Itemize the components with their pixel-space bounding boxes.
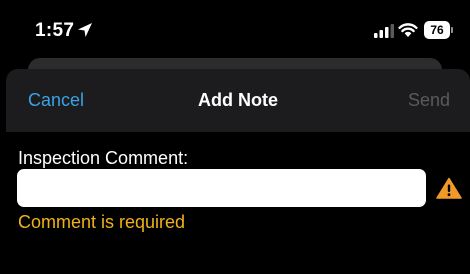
status-bar: 1:57 76 (0, 0, 470, 62)
signal-bars-icon (374, 24, 394, 38)
page-title: Add Note (198, 90, 278, 110)
navigation-bar: Cancel Add Note Send (6, 69, 470, 132)
error-message: Comment is required (18, 212, 186, 232)
warning-triangle-icon (436, 177, 462, 199)
add-note-sheet: Cancel Add Note Send Inspection Comment:… (6, 69, 470, 274)
battery-level: 76 (424, 21, 450, 39)
comment-label: Inspection Comment: (18, 148, 189, 168)
comment-input[interactable] (17, 169, 426, 207)
location-arrow-icon (78, 23, 92, 37)
send-button[interactable]: Send (408, 90, 450, 111)
wifi-icon (398, 23, 418, 37)
status-time: 1:57 (35, 20, 75, 41)
battery-cap (451, 27, 453, 33)
battery-icon: 76 (424, 21, 453, 39)
